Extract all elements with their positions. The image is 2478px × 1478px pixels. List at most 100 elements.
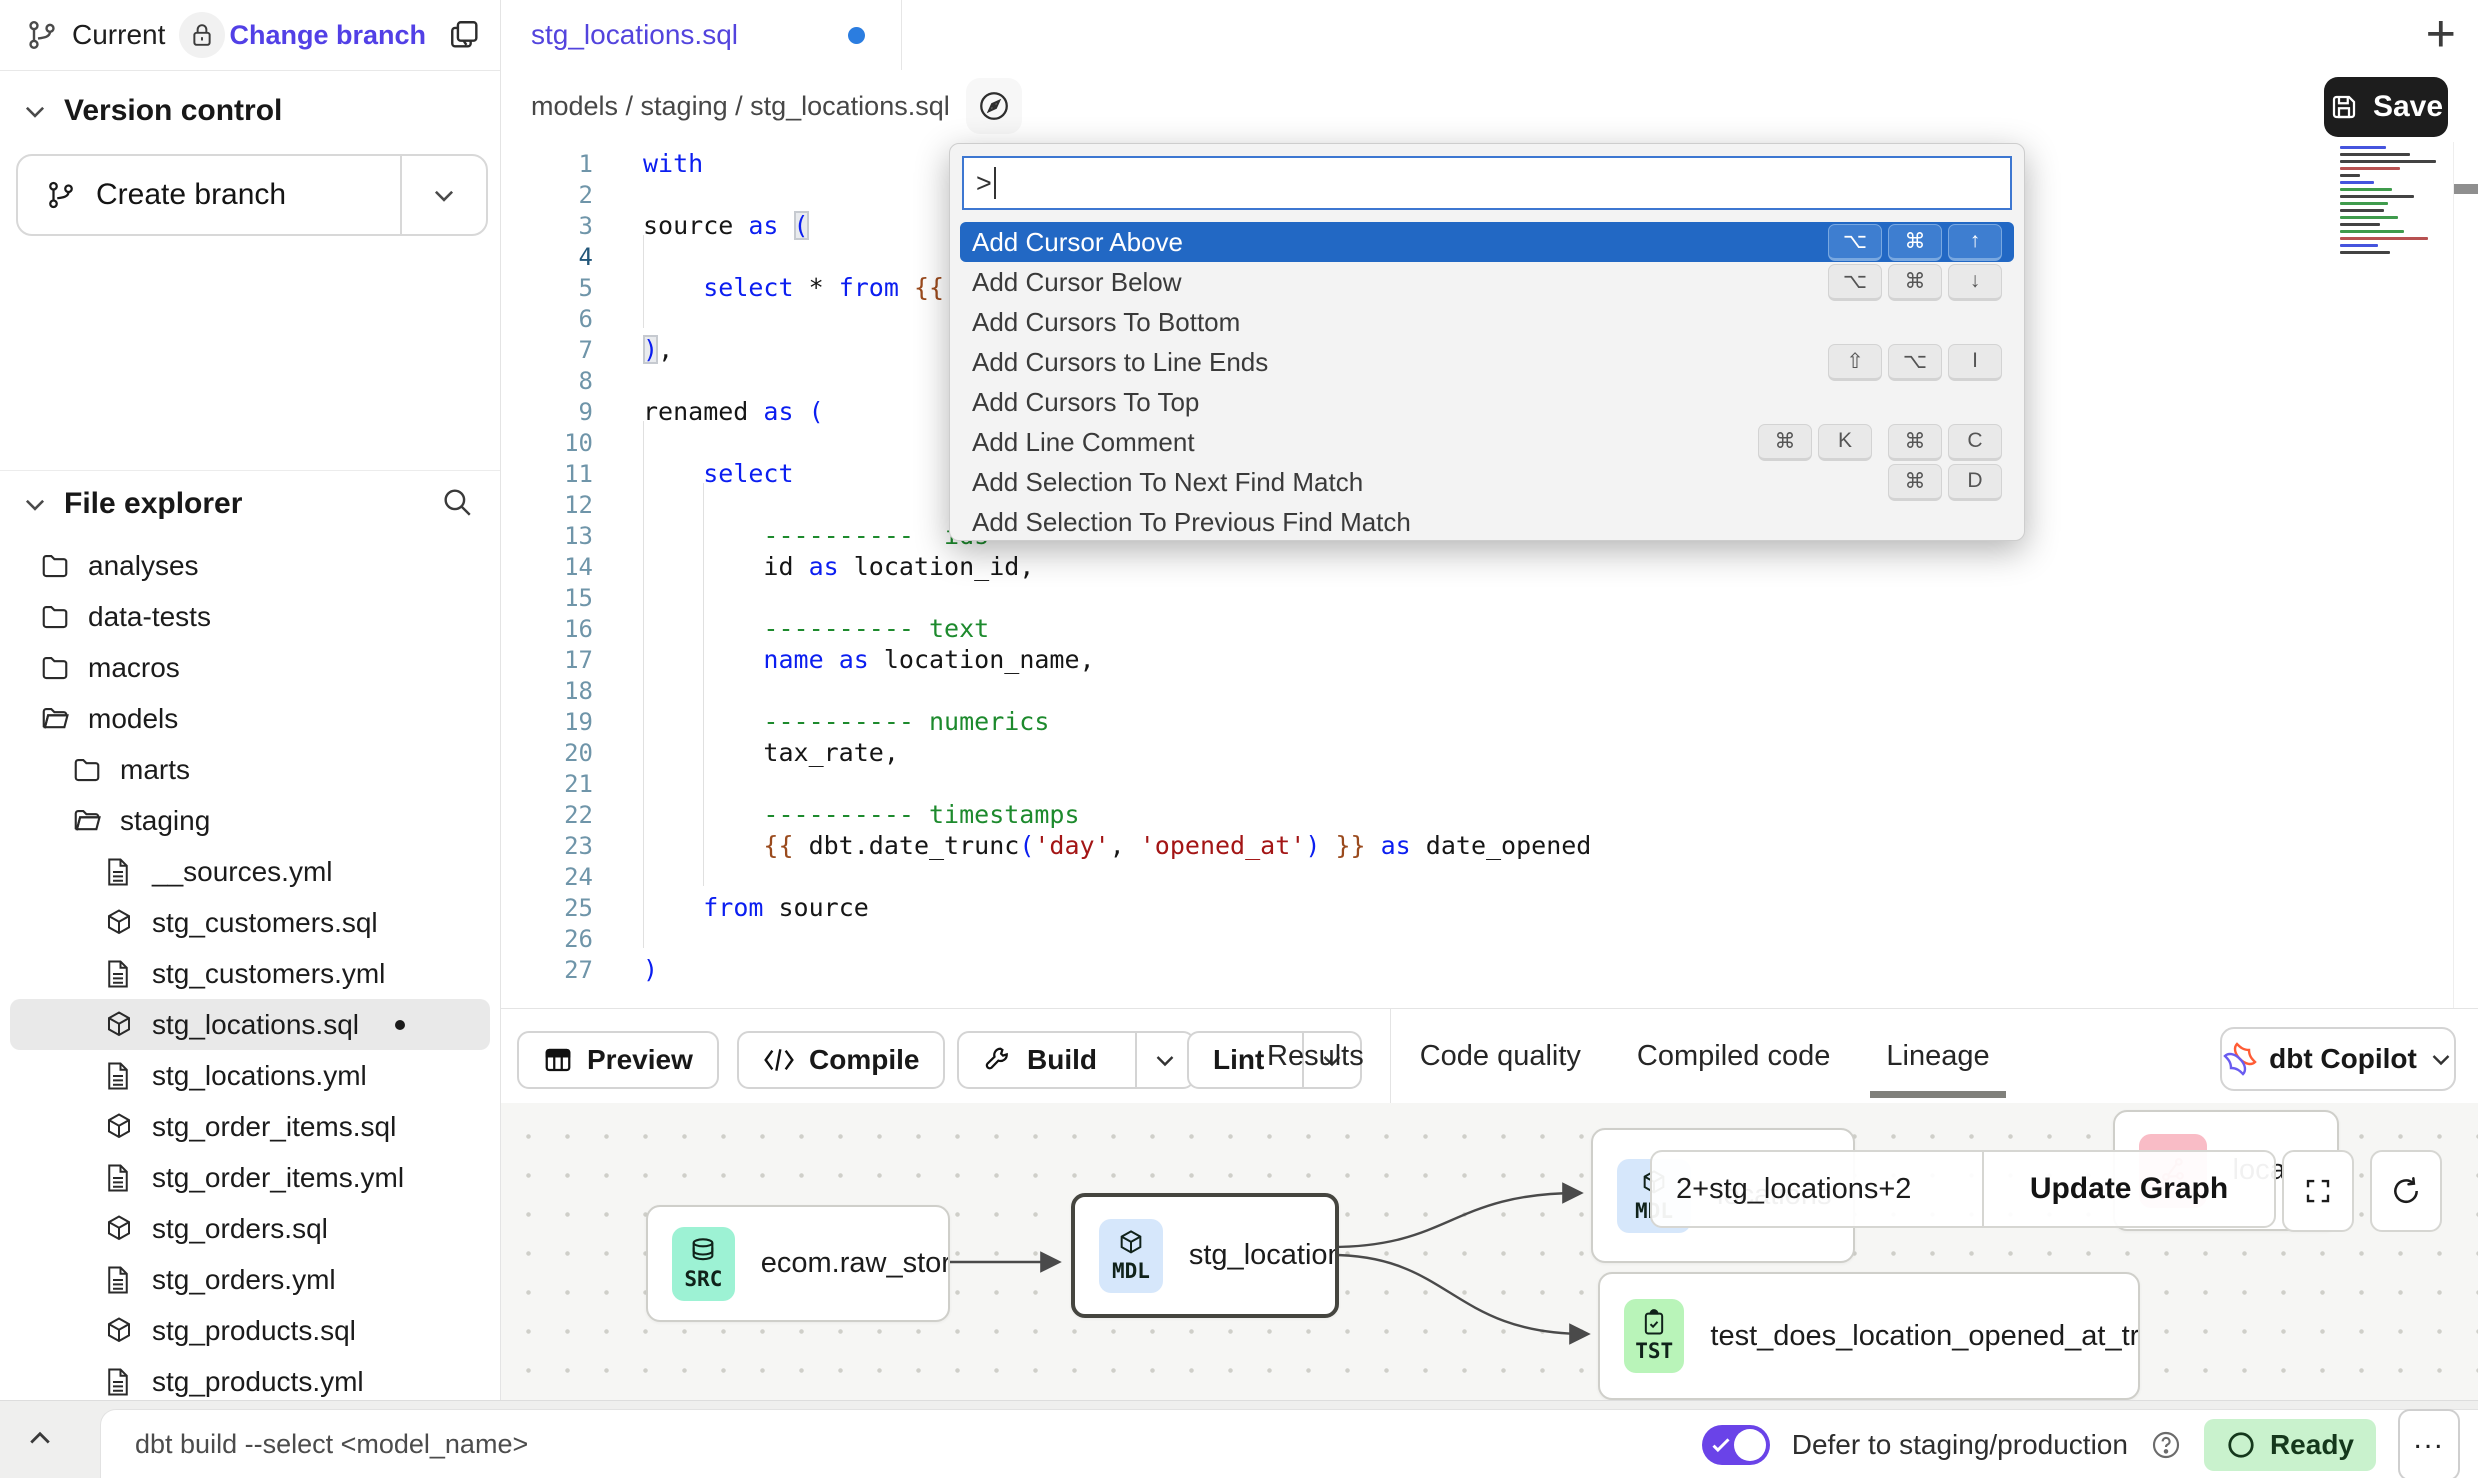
collapse-panel-icon[interactable] (26, 1425, 54, 1453)
compile-button[interactable]: Compile (737, 1031, 945, 1089)
command-palette-input[interactable]: > (962, 156, 2012, 210)
file-tree-item-models[interactable]: models (0, 693, 500, 744)
unsaved-dot-icon (848, 27, 865, 44)
shortcut-keys: ⌥⌘↑ (1828, 224, 2002, 261)
modified-dot-icon (395, 1020, 405, 1030)
code-line-26[interactable]: 26 (501, 923, 2478, 954)
file-tree-item-data-tests[interactable]: data-tests (0, 591, 500, 642)
build-button[interactable]: Build (957, 1031, 1195, 1089)
file-tree-item-analyses[interactable]: analyses (0, 540, 500, 591)
file-tree-item-stg-locations-sql[interactable]: stg_locations.sql (10, 999, 490, 1050)
minimap-line (2340, 237, 2428, 240)
code-line-15[interactable]: 15 (501, 582, 2478, 613)
palette-item-add-selection-to-next-find-match[interactable]: Add Selection To Next Find Match⌘D (960, 462, 2014, 502)
tab-stg-locations-sql[interactable]: stg_locations.sql (501, 0, 902, 71)
line-number: 8 (501, 367, 593, 395)
git-branch-icon (46, 180, 76, 210)
navigate-button[interactable] (966, 78, 1022, 134)
dbt-copilot-button[interactable]: dbt Copilot (2220, 1027, 2456, 1091)
line-number: 2 (501, 181, 593, 209)
preview-button[interactable]: Preview (517, 1031, 719, 1089)
file-tree-item-stg-order-items-yml[interactable]: stg_order_items.yml (0, 1152, 500, 1203)
code-line-16[interactable]: 16 ---------- text (501, 613, 2478, 644)
preview-label: Preview (587, 1044, 693, 1076)
scrollbar-thumb[interactable] (2454, 184, 2478, 194)
create-branch-button[interactable]: Create branch (16, 154, 488, 236)
code-line-19[interactable]: 19 ---------- numerics (501, 706, 2478, 737)
table-icon (543, 1045, 573, 1075)
palette-item-add-cursors-to-line-ends[interactable]: Add Cursors to Line Ends⇧⌥I (960, 342, 2014, 382)
minimap-line (2340, 223, 2380, 226)
lineage-node-source[interactable]: SRC ecom.raw_stores (646, 1205, 950, 1322)
code-line-22[interactable]: 22 ---------- timestamps (501, 799, 2478, 830)
file-tree-item-stg-orders-sql[interactable]: stg_orders.sql (0, 1203, 500, 1254)
build-dropdown[interactable] (1135, 1033, 1193, 1087)
file-tree-item-stg-customers-sql[interactable]: stg_customers.sql (0, 897, 500, 948)
new-tab-button[interactable]: + (2426, 8, 2456, 60)
lineage-node-test[interactable]: TST test_does_location_opened_at_trunc_t… (1598, 1272, 2140, 1400)
scrollbar-track[interactable] (2453, 142, 2478, 1008)
code-text: name as location_name, (643, 645, 1095, 674)
version-control-header[interactable]: Version control (0, 82, 500, 140)
code-text: ) (643, 955, 658, 984)
panel-tab-compiled-code[interactable]: Compiled code (1637, 1040, 1830, 1073)
code-line-14[interactable]: 14 id as location_id, (501, 551, 2478, 582)
code-line-20[interactable]: 20 tax_rate, (501, 737, 2478, 768)
palette-item-add-cursors-to-top[interactable]: Add Cursors To Top (960, 382, 2014, 422)
file-tree-item-macros[interactable]: macros (0, 642, 500, 693)
create-branch-dropdown[interactable] (400, 156, 486, 234)
model-cube-icon (104, 1214, 136, 1244)
code-line-21[interactable]: 21 (501, 768, 2478, 799)
file-explorer-header[interactable]: File explorer (0, 471, 500, 537)
key-cap: I (1948, 344, 2002, 381)
status-badge[interactable]: Ready (2204, 1419, 2376, 1471)
code-line-17[interactable]: 17 name as location_name, (501, 644, 2478, 675)
folder-icon (40, 551, 72, 581)
minimap[interactable] (2340, 146, 2452, 258)
update-graph-button[interactable]: Update Graph (1982, 1150, 2276, 1228)
chevron-down-icon (431, 182, 457, 208)
file-tree-item-staging[interactable]: staging (0, 795, 500, 846)
minimap-line (2340, 195, 2414, 198)
code-line-27[interactable]: 27) (501, 954, 2478, 985)
panel-tab-lineage[interactable]: Lineage (1886, 1040, 1989, 1073)
lineage-selector-input[interactable]: 2+stg_locations+2 (1650, 1150, 1982, 1228)
search-icon[interactable] (440, 485, 474, 519)
palette-prompt: > (976, 168, 992, 199)
defer-toggle[interactable] (1702, 1425, 1770, 1465)
lineage-node-stg-locations[interactable]: MDL stg_locations (1071, 1193, 1339, 1318)
save-button[interactable]: Save (2324, 77, 2448, 137)
palette-item-add-line-comment[interactable]: Add Line Comment⌘K⌘C (960, 422, 2014, 462)
file-tree-item-stg-order-items-sql[interactable]: stg_order_items.sql (0, 1101, 500, 1152)
indent-guide (703, 483, 704, 886)
fullscreen-button[interactable] (2282, 1150, 2354, 1232)
refresh-button[interactable] (2370, 1150, 2442, 1232)
panel-tab-results[interactable]: Results (1267, 1040, 1364, 1073)
palette-item-add-cursor-below[interactable]: Add Cursor Below⌥⌘↓ (960, 262, 2014, 302)
palette-item-add-cursor-above[interactable]: Add Cursor Above⌥⌘↑ (960, 222, 2014, 262)
code-text: tax_rate, (643, 738, 899, 767)
file-tree-item-stg-products-sql[interactable]: stg_products.sql (0, 1305, 500, 1356)
change-branch-link[interactable]: Change branch (229, 20, 426, 51)
file-icon (104, 1163, 136, 1193)
cli-command-input[interactable]: dbt build --select <model_name> (135, 1429, 528, 1460)
palette-item-add-cursors-to-bottom[interactable]: Add Cursors To Bottom (960, 302, 2014, 342)
copy-icon[interactable] (448, 18, 482, 52)
file-tree-item-marts[interactable]: marts (0, 744, 500, 795)
clipboard-check-icon (1640, 1309, 1668, 1337)
file-tree-item--sources-yml[interactable]: __sources.yml (0, 846, 500, 897)
file-tree-item-stg-locations-yml[interactable]: stg_locations.yml (0, 1050, 500, 1101)
code-line-18[interactable]: 18 (501, 675, 2478, 706)
source-badge: SRC (672, 1227, 735, 1301)
more-options-button[interactable]: ... (2398, 1409, 2460, 1478)
panel-tab-code-quality[interactable]: Code quality (1420, 1040, 1581, 1073)
lineage-canvas[interactable]: SRC ecom.raw_stores MDL stg_locations MD… (501, 1103, 2478, 1400)
code-line-24[interactable]: 24 (501, 861, 2478, 892)
version-control-section: Version control Create branch (0, 82, 500, 140)
file-tree-item-stg-customers-yml[interactable]: stg_customers.yml (0, 948, 500, 999)
breadcrumb-bar: models / staging / stg_locations.sql Sav… (501, 70, 2478, 142)
code-line-25[interactable]: 25 from source (501, 892, 2478, 923)
file-tree-item-stg-orders-yml[interactable]: stg_orders.yml (0, 1254, 500, 1305)
palette-item-add-selection-to-previous-find-match[interactable]: Add Selection To Previous Find Match (960, 502, 2014, 541)
code-line-23[interactable]: 23 {{ dbt.date_trunc('day', 'opened_at')… (501, 830, 2478, 861)
